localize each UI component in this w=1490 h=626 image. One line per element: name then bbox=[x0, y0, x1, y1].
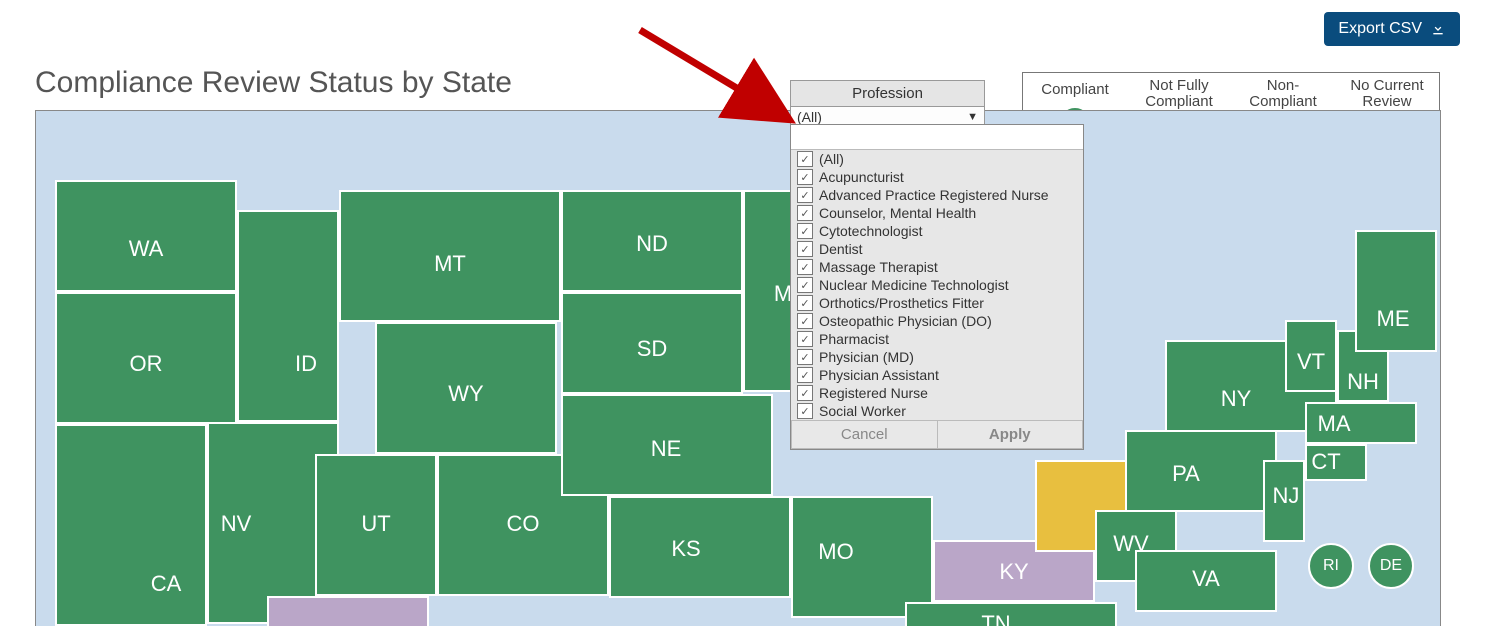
label-NY: NY bbox=[1221, 386, 1252, 411]
filter-option-label: (All) bbox=[819, 151, 844, 167]
filter-dropdown: ✓ (All) ✓ Acupuncturist ✓ Advanced Practice R… bbox=[790, 124, 1084, 450]
filter-option[interactable]: ✓ (All) bbox=[791, 150, 1083, 168]
filter-option[interactable]: ✓ Advanced Practice Registered Nurse bbox=[791, 186, 1083, 204]
filter-option[interactable]: ✓ Orthotics/Prosthetics Fitter bbox=[791, 294, 1083, 312]
filter-search-input[interactable] bbox=[795, 128, 1083, 146]
filter-header: Profession bbox=[790, 80, 985, 107]
filter-option-label: Nuclear Medicine Technologist bbox=[819, 277, 1009, 293]
state-CA[interactable] bbox=[56, 425, 206, 625]
map-svg: WA OR CA ID NV MT WY UT CO ND SD NE KS M… bbox=[36, 111, 1440, 626]
filter-option-label: Registered Nurse bbox=[819, 385, 928, 401]
label-UT: UT bbox=[361, 511, 390, 536]
download-icon bbox=[1430, 21, 1446, 37]
label-ME: ME bbox=[1377, 306, 1410, 331]
label-NE: NE bbox=[651, 436, 682, 461]
checkbox-icon: ✓ bbox=[797, 331, 813, 347]
label-CO: CO bbox=[507, 511, 540, 536]
filter-option-label: Dentist bbox=[819, 241, 863, 257]
label-WV: WV bbox=[1113, 531, 1149, 556]
filter-option-label: Counselor, Mental Health bbox=[819, 205, 976, 221]
label-VA: VA bbox=[1192, 566, 1220, 591]
label-VT: VT bbox=[1297, 349, 1325, 374]
state-ID[interactable] bbox=[238, 211, 338, 421]
state-AZ[interactable] bbox=[268, 597, 428, 626]
label-NV: NV bbox=[221, 511, 252, 536]
label-OR: OR bbox=[130, 351, 163, 376]
filter-option[interactable]: ✓ Social Worker bbox=[791, 402, 1083, 420]
checkbox-icon: ✓ bbox=[797, 367, 813, 383]
checkbox-icon: ✓ bbox=[797, 169, 813, 185]
label-CA: CA bbox=[151, 571, 182, 596]
filter-option-label: Physician (MD) bbox=[819, 349, 914, 365]
filter-option[interactable]: ✓ Registered Nurse bbox=[791, 384, 1083, 402]
filter-options-list[interactable]: ✓ (All) ✓ Acupuncturist ✓ Advanced Practice R… bbox=[791, 150, 1083, 420]
filter-option[interactable]: ✓ Nuclear Medicine Technologist bbox=[791, 276, 1083, 294]
label-KS: KS bbox=[671, 536, 700, 561]
label-KY: KY bbox=[999, 559, 1029, 584]
label-WA: WA bbox=[129, 236, 164, 261]
filter-option[interactable]: ✓ Physician Assistant bbox=[791, 366, 1083, 384]
label-PA: PA bbox=[1172, 461, 1200, 486]
checkbox-icon: ✓ bbox=[797, 313, 813, 329]
label-MA: MA bbox=[1318, 411, 1351, 436]
checkbox-icon: ✓ bbox=[797, 349, 813, 365]
checkbox-icon: ✓ bbox=[797, 295, 813, 311]
page-title: Compliance Review Status by State bbox=[35, 66, 512, 100]
filter-option[interactable]: ✓ Pharmacist bbox=[791, 330, 1083, 348]
filter-option[interactable]: ✓ Massage Therapist bbox=[791, 258, 1083, 276]
checkbox-icon: ✓ bbox=[797, 259, 813, 275]
state-ME[interactable] bbox=[1356, 231, 1436, 351]
filter-cancel-button[interactable]: Cancel bbox=[791, 420, 937, 449]
label-WY: WY bbox=[448, 381, 484, 406]
label-CT: CT bbox=[1311, 449, 1340, 474]
filter-option[interactable]: ✓ Acupuncturist bbox=[791, 168, 1083, 186]
state-PA[interactable] bbox=[1126, 431, 1276, 511]
label-NJ: NJ bbox=[1273, 483, 1300, 508]
filter-option-label: Pharmacist bbox=[819, 331, 889, 347]
label-SD: SD bbox=[637, 336, 668, 361]
filter-option[interactable]: ✓ Dentist bbox=[791, 240, 1083, 258]
checkbox-icon: ✓ bbox=[797, 151, 813, 167]
filter-option[interactable]: ✓ Cytotechnologist bbox=[791, 222, 1083, 240]
label-MO: MO bbox=[818, 539, 853, 564]
caret-down-icon: ▼ bbox=[967, 111, 978, 123]
state-TN[interactable] bbox=[906, 603, 1116, 626]
label-TN: TN bbox=[981, 611, 1010, 626]
filter-apply-button[interactable]: Apply bbox=[937, 420, 1084, 449]
export-csv-label: Export CSV bbox=[1338, 20, 1422, 38]
checkbox-icon: ✓ bbox=[797, 385, 813, 401]
checkbox-icon: ✓ bbox=[797, 187, 813, 203]
filter-option-label: Orthotics/Prosthetics Fitter bbox=[819, 295, 984, 311]
profession-filter: Profession (All) ▼ bbox=[790, 80, 985, 128]
us-map[interactable]: WA OR CA ID NV MT WY UT CO ND SD NE KS M… bbox=[35, 110, 1441, 626]
checkbox-icon: ✓ bbox=[797, 403, 813, 419]
label-MT: MT bbox=[434, 251, 466, 276]
filter-selected-value: (All) bbox=[797, 109, 822, 125]
export-csv-button[interactable]: Export CSV bbox=[1324, 12, 1460, 46]
filter-option-label: Social Worker bbox=[819, 403, 906, 419]
checkbox-icon: ✓ bbox=[797, 223, 813, 239]
filter-option-label: Massage Therapist bbox=[819, 259, 938, 275]
filter-option-label: Cytotechnologist bbox=[819, 223, 923, 239]
label-ND: ND bbox=[636, 231, 668, 256]
checkbox-icon: ✓ bbox=[797, 277, 813, 293]
filter-option-label: Acupuncturist bbox=[819, 169, 904, 185]
label-ID: ID bbox=[295, 351, 317, 376]
filter-option[interactable]: ✓ Counselor, Mental Health bbox=[791, 204, 1083, 222]
filter-option-label: Advanced Practice Registered Nurse bbox=[819, 187, 1049, 203]
filter-option-label: Physician Assistant bbox=[819, 367, 939, 383]
filter-option[interactable]: ✓ Osteopathic Physician (DO) bbox=[791, 312, 1083, 330]
filter-option-label: Osteopathic Physician (DO) bbox=[819, 313, 992, 329]
checkbox-icon: ✓ bbox=[797, 241, 813, 257]
filter-option[interactable]: ✓ Physician (MD) bbox=[791, 348, 1083, 366]
filter-search[interactable] bbox=[791, 125, 1083, 150]
state-MO[interactable] bbox=[792, 497, 932, 617]
label-RI: RI bbox=[1323, 557, 1339, 574]
label-NH: NH bbox=[1347, 369, 1379, 394]
label-DE: DE bbox=[1380, 557, 1402, 574]
checkbox-icon: ✓ bbox=[797, 205, 813, 221]
